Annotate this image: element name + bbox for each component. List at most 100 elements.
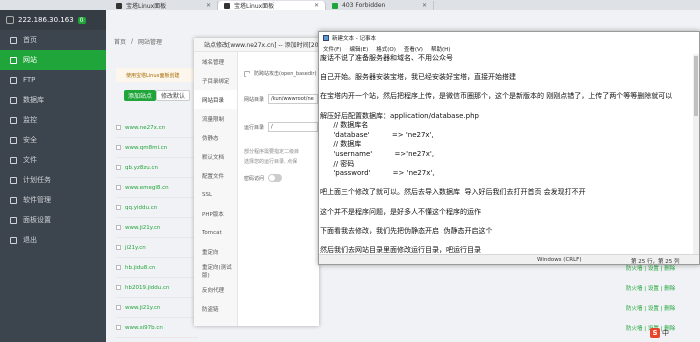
row-checkbox[interactable]	[116, 125, 121, 130]
ftp-icon	[10, 76, 17, 84]
sidebar-item-settings[interactable]: 面板设置	[0, 210, 106, 230]
notepad-window: 新建文本 - 记事本 文件(F) 编辑(E) 格式(O) 查看(V) 帮助(H)…	[318, 31, 700, 265]
hint-text: 选择您的运行目录, 点保	[244, 159, 298, 165]
sidebar-item-ftp[interactable]: FTP	[0, 70, 106, 90]
row-checkbox[interactable]	[116, 165, 121, 170]
close-tab-icon[interactable]: ✕	[206, 2, 211, 9]
dialog-menu-item[interactable]: 流量限制	[194, 109, 237, 128]
sidebar-item-label: 数据库	[23, 96, 44, 104]
breadcrumb-home[interactable]: 首页	[114, 37, 126, 46]
menu-format[interactable]: 格式(O)	[376, 45, 396, 53]
dialog-menu-item-active[interactable]: 网站目录	[194, 90, 237, 109]
dialog-menu-item[interactable]: 反向代理	[194, 280, 237, 299]
notepad-scrollbar[interactable]	[693, 54, 699, 254]
site-row[interactable]: www.qm8mi.cn	[116, 138, 198, 158]
scrollbar-thumb[interactable]	[694, 56, 698, 116]
notepad-icon	[323, 35, 329, 41]
notepad-line: // 数据库	[320, 140, 362, 149]
menu-edit[interactable]: 编辑(E)	[349, 45, 368, 53]
anti-xss-checkbox[interactable]	[244, 70, 252, 79]
site-row[interactable]: www.ne27x.cn	[116, 118, 198, 138]
dialog-menu-item[interactable]: 重定向	[194, 242, 237, 261]
notepad-line	[320, 236, 699, 246]
sidebar-item-website[interactable]: 网站	[0, 50, 106, 70]
dialog-menu-item[interactable]: PHP版本	[194, 204, 237, 223]
status-position: 第 25 行，第 25 列	[631, 259, 680, 265]
dialog-menu-item[interactable]: 伪静态	[194, 128, 237, 147]
dialog-menu-item[interactable]: 防盗链	[194, 299, 237, 318]
dialog-menu-item[interactable]: 域名管理	[194, 52, 237, 71]
close-tab-icon[interactable]: ✕	[422, 2, 427, 9]
browser-tab-1[interactable]: 宝塔Linux面板 ✕	[110, 1, 218, 10]
close-tab-icon[interactable]: ✕	[314, 2, 319, 9]
sidebar-item-cron[interactable]: 计划任务	[0, 170, 106, 190]
site-name[interactable]: www.si97b.cn	[125, 325, 163, 331]
row-checkbox[interactable]	[116, 225, 121, 230]
dialog-menu-item[interactable]: SSL	[194, 185, 237, 204]
site-op-links[interactable]: 防火墙 | 设置 | 删除	[626, 298, 696, 318]
run-dir-row: 运行目录 /	[244, 122, 319, 132]
row-checkbox[interactable]	[116, 285, 121, 290]
site-name[interactable]: www.ji21y.cn	[125, 225, 161, 231]
site-row[interactable]: hb.jidu8.cn	[116, 258, 198, 278]
notepad-line: // 密码	[320, 159, 355, 168]
add-site-button[interactable]: 添加站点	[124, 90, 157, 101]
site-name[interactable]: www.ne27x.cn	[125, 125, 165, 131]
site-name[interactable]: hb2019.jiddu.cn	[125, 285, 170, 291]
globe-favicon-icon	[332, 2, 338, 9]
row-checkbox[interactable]	[116, 305, 121, 310]
site-row[interactable]: ji21y.cn	[116, 238, 198, 258]
site-name[interactable]: www.emegl8.cn	[125, 185, 169, 191]
sidebar-item-security[interactable]: 安全	[0, 130, 106, 150]
site-row[interactable]: www.ji21y.cn	[116, 298, 198, 318]
menu-help[interactable]: 帮助(H)	[431, 45, 450, 53]
sidebar-item-files[interactable]: 文件	[0, 150, 106, 170]
dialog-menu-item[interactable]: 子目录绑定	[194, 71, 237, 90]
site-op-links[interactable]: 防火墙 | 设置 | 删除	[626, 278, 696, 298]
site-row[interactable]: hb2019.jiddu.cn	[116, 278, 198, 298]
notepad-line: 解压好后配置数据库：application/database.php	[320, 111, 479, 120]
site-row[interactable]: qb.yz8zu.cn	[116, 158, 198, 178]
menu-view[interactable]: 查看(V)	[404, 45, 423, 53]
sidebar-item-software[interactable]: 软件管理	[0, 190, 106, 210]
modify-default-button[interactable]: 修改默认	[156, 90, 191, 101]
browser-tab-2[interactable]: 宝塔Linux面板 ✕	[218, 1, 326, 10]
notepad-titlebar: 新建文本 - 记事本	[319, 32, 699, 44]
sidebar-item-logout[interactable]: 退出	[0, 230, 106, 250]
site-name[interactable]: ji21y.cn	[125, 245, 146, 251]
site-name[interactable]: hb.jidu8.cn	[125, 265, 156, 271]
row-checkbox[interactable]	[116, 145, 121, 150]
site-row[interactable]: www.si97b.cn	[116, 318, 198, 338]
shield-icon	[10, 136, 17, 144]
server-icon	[6, 16, 14, 24]
row-checkbox[interactable]	[116, 185, 121, 190]
run-dir-select[interactable]: /	[268, 122, 319, 132]
sogou-ime-icon[interactable]: S	[650, 328, 660, 338]
row-checkbox[interactable]	[116, 325, 121, 330]
site-list: www.ne27x.cn www.qm8mi.cn qb.yz8zu.cn ww…	[116, 118, 198, 338]
site-name[interactable]: www.qm8mi.cn	[125, 145, 167, 151]
site-name[interactable]: www.ji21y.cn	[125, 305, 161, 311]
sidebar-item-home[interactable]: 首页	[0, 30, 106, 50]
browser-tab-3[interactable]: 403 Forbidden ✕	[326, 1, 434, 10]
database-icon	[10, 96, 17, 104]
ime-language[interactable]: 中	[662, 328, 669, 338]
sidebar-item-database[interactable]: 数据库	[0, 90, 106, 110]
dialog-menu-item[interactable]: 重定向(测试版)	[194, 261, 237, 280]
dialog-menu-item[interactable]: 配置文件	[194, 166, 237, 185]
dialog-menu-item[interactable]: Tomcat	[194, 223, 237, 242]
site-dir-input[interactable]: /kun/wwwroot/ne	[268, 94, 319, 104]
sidebar-item-monitor[interactable]: 监控	[0, 110, 106, 130]
site-name[interactable]: qq.yiddu.cn	[125, 205, 157, 211]
row-checkbox[interactable]	[116, 245, 121, 250]
row-checkbox[interactable]	[116, 265, 121, 270]
menu-file[interactable]: 文件(F)	[323, 45, 341, 53]
site-row[interactable]: qq.yiddu.cn	[116, 198, 198, 218]
password-access-toggle[interactable]	[268, 174, 283, 182]
site-name[interactable]: qb.yz8zu.cn	[125, 165, 158, 171]
site-row[interactable]: www.ji21y.cn	[116, 218, 198, 238]
row-checkbox[interactable]	[116, 205, 121, 210]
dialog-menu-item[interactable]: 默认文档	[194, 147, 237, 166]
notepad-text-area[interactable]: 废话不说了准备服务器和域名、不用公众号 自己开始。服务器安装宝塔，我已经安装好宝…	[319, 54, 699, 254]
site-row[interactable]: www.emegl8.cn	[116, 178, 198, 198]
